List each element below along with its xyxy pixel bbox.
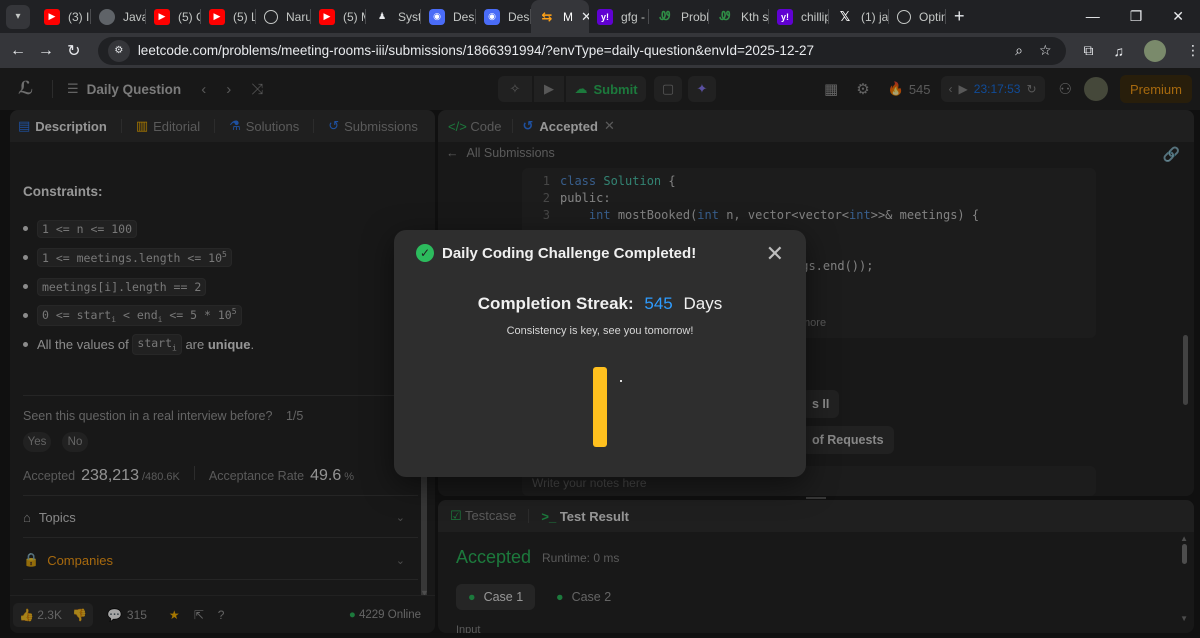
browser-tab[interactable]: ◉ Design — [421, 0, 476, 33]
profile-avatar[interactable] — [1144, 39, 1167, 62]
browser-tab-label: chillip — [801, 9, 829, 24]
browser-tab[interactable]: Java C — [91, 0, 146, 33]
browser-tab[interactable]: ♟ Systen — [366, 0, 421, 33]
browser-tab-label: Design — [508, 9, 531, 24]
completion-streak: Completion Streak: 545 Days — [394, 294, 806, 314]
design-icon: ◉ — [484, 8, 500, 25]
close-tab-icon[interactable]: ✕ — [581, 9, 589, 25]
youtube-icon: ▶ — [319, 8, 335, 25]
animation-dot — [620, 380, 622, 382]
forward-button[interactable]: → — [32, 42, 60, 60]
x-icon: 𝕏 — [839, 8, 851, 24]
streak-label: Completion Streak: — [477, 294, 634, 313]
browser-tab[interactable]: Ꮺ Kth sn — [709, 0, 769, 33]
browser-tab[interactable]: Optin — [889, 0, 946, 33]
check-circle-icon: ✓ — [416, 244, 434, 262]
close-icon[interactable]: ✕ — [766, 241, 784, 267]
leetcode-icon: ⇆ — [541, 8, 553, 24]
modal-subtitle: Consistency is key, see you tomorrow! — [506, 325, 694, 337]
media-controls-icon[interactable]: ♫ — [1114, 43, 1125, 59]
url-text[interactable]: leetcode.com/problems/meeting-rooms-iii/… — [138, 43, 814, 58]
window-controls: — ❐ ✕ — [1086, 8, 1200, 25]
gfg-icon: Ꮺ — [719, 9, 731, 23]
site-info-icon[interactable]: ⚙ — [107, 39, 130, 62]
browser-tab[interactable]: y! chillip — [769, 0, 829, 33]
globe-icon — [897, 9, 911, 24]
streak-unit: Days — [683, 294, 723, 313]
browser-toolbar: ← → ↻ ⚙ leetcode.com/problems/meeting-ro… — [0, 33, 1200, 68]
daily-challenge-modal: ✓ Daily Coding Challenge Completed! ✕ Co… — [394, 230, 806, 477]
browser-tab[interactable]: ▶ (3) Int — [36, 0, 91, 33]
browser-tab-label: Kth sn — [741, 9, 769, 24]
zoom-icon[interactable]: ⌕ — [1015, 42, 1023, 59]
browser-tab-strip: ▾ ▶ (3) Int Java C ▶ (5) Co ▶ (5) Lat Naruto ▶ (5… — [0, 0, 1200, 33]
browser-tab-label: (3) Int — [68, 9, 91, 24]
browser-tab[interactable]: ▶ (5) Me — [311, 0, 366, 33]
streak-value: 545 — [644, 294, 673, 313]
system-icon: ♟ — [377, 11, 387, 21]
gfg-icon: Ꮺ — [659, 9, 671, 23]
java-icon — [99, 8, 115, 25]
browser-tab-label: (1) jat — [861, 9, 889, 24]
browser-tab[interactable]: Naruto — [256, 0, 311, 33]
youtube-icon: ▶ — [154, 8, 170, 25]
globe-icon — [264, 9, 278, 24]
browser-tab-label: (5) Me — [343, 9, 366, 24]
browser-tab-label: Proble — [681, 9, 709, 24]
design-icon: ◉ — [429, 8, 445, 25]
youtube-icon: ▶ — [44, 8, 60, 25]
yahoo-icon: y! — [777, 8, 793, 25]
modal-title: Daily Coding Challenge Completed! — [442, 245, 697, 262]
youtube-icon: ▶ — [209, 8, 225, 25]
browser-tab[interactable]: ▶ (5) Co — [146, 0, 201, 33]
browser-tab[interactable]: 𝕏 (1) jat — [829, 0, 889, 33]
browser-tab-label: Design — [453, 9, 476, 24]
browser-tab-label: (5) Co — [178, 9, 201, 24]
streak-animation-bar — [593, 367, 607, 447]
new-tab-button[interactable]: + — [954, 6, 965, 27]
address-bar[interactable]: ⚙ leetcode.com/problems/meeting-rooms-ii… — [97, 36, 1066, 65]
back-button[interactable]: ← — [4, 42, 32, 60]
reload-button[interactable]: ↻ — [60, 41, 88, 61]
close-window-button[interactable]: ✕ — [1172, 8, 1184, 25]
tab-search-button[interactable]: ▾ — [6, 4, 30, 29]
browser-tab[interactable]: ⇆ M ✕ — [531, 0, 589, 33]
browser-tab-label: Systen — [398, 9, 421, 24]
browser-menu-icon[interactable]: ⋮ — [1186, 42, 1200, 59]
browser-tab-label: M — [563, 9, 573, 24]
browser-tab-label: (5) Lat — [233, 9, 256, 24]
yahoo-icon: y! — [597, 8, 613, 25]
browser-tab[interactable]: y! gfg - Y — [589, 0, 649, 33]
browser-tab-label: Java C — [123, 9, 146, 24]
minimize-button[interactable]: — — [1086, 8, 1100, 25]
browser-tab[interactable]: ◉ Design — [476, 0, 531, 33]
browser-tab[interactable]: Ꮺ Proble — [649, 0, 709, 33]
browser-tab-label: Optin — [919, 9, 946, 24]
browser-tab-label: Naruto — [286, 9, 311, 24]
browser-tab-label: gfg - Y — [621, 9, 649, 24]
restore-button[interactable]: ❐ — [1130, 8, 1143, 25]
extensions-icon[interactable]: ⧉ — [1084, 42, 1094, 59]
bookmark-star-icon[interactable]: ☆ — [1039, 42, 1052, 59]
browser-tab[interactable]: ▶ (5) Lat — [201, 0, 256, 33]
